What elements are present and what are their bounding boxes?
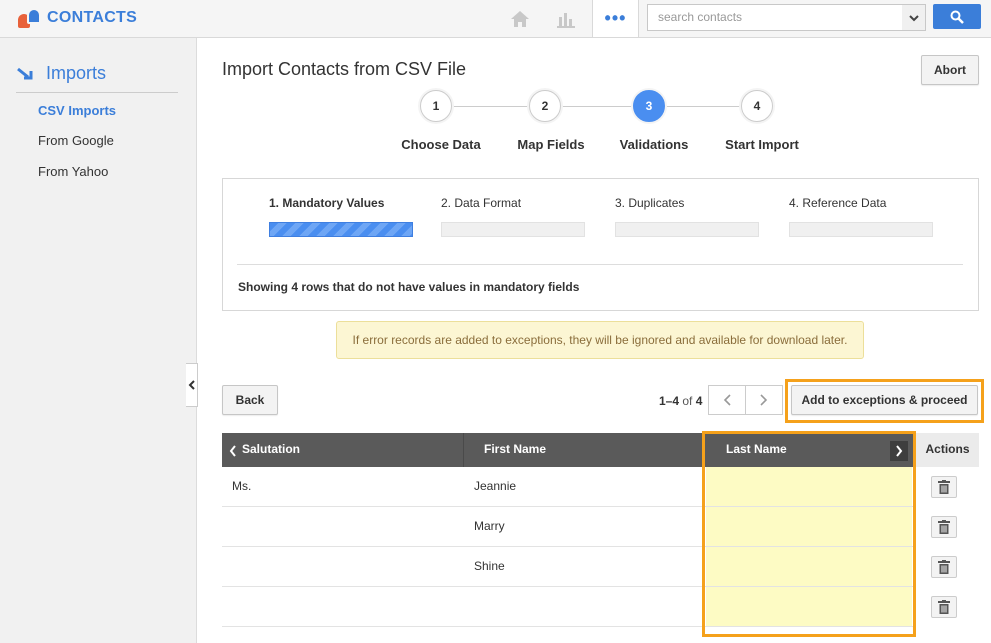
first-name-cell: Jeannie (474, 479, 517, 493)
step-3-label: Validations (619, 137, 689, 152)
home-icon[interactable] (505, 0, 535, 37)
validation-divider (237, 264, 963, 265)
first-name-cell: Marry (474, 519, 505, 533)
sidebar-title-label: Imports (46, 63, 107, 83)
column-divider (463, 433, 464, 467)
column-header-actions: Actions (914, 433, 979, 467)
chevron-right-icon (760, 394, 768, 406)
scroll-columns-left-button[interactable] (224, 441, 242, 461)
progress-bar-mandatory (269, 222, 413, 237)
back-button[interactable]: Back (222, 385, 278, 415)
search-button[interactable] (933, 4, 981, 29)
delete-row-button[interactable] (931, 516, 957, 538)
chevron-left-icon (229, 445, 236, 457)
search-input[interactable]: search contacts (647, 4, 903, 31)
column-header-salutation: Salutation (242, 442, 301, 456)
import-arrow-icon (17, 67, 33, 79)
salutation-cell: Ms. (232, 479, 252, 493)
previous-page-button[interactable] (708, 385, 746, 415)
trash-icon (938, 520, 950, 534)
step-connector (452, 106, 528, 107)
sidebar-item-from-yahoo[interactable]: From Yahoo (38, 164, 108, 179)
more-menu-button[interactable]: ••• (592, 0, 639, 37)
step-connector (665, 106, 741, 107)
app-logo[interactable]: CONTACTS (18, 6, 137, 30)
pagination-info: 1–4 of 4 (659, 394, 702, 408)
delete-row-button[interactable] (931, 476, 957, 498)
validation-message: Showing 4 rows that do not have values i… (238, 280, 580, 294)
app-title: CONTACTS (47, 9, 138, 26)
reports-chart-icon[interactable] (550, 0, 582, 37)
sidebar-divider (16, 92, 178, 93)
contacts-logo-icon (18, 8, 42, 28)
trash-icon (938, 560, 950, 574)
chevron-left-icon (188, 380, 195, 390)
trash-icon (938, 600, 950, 614)
column-header-first-name: First Name (484, 442, 547, 456)
exceptions-notice: If error records are added to exceptions… (336, 321, 864, 359)
validation-tab-mandatory[interactable]: 1. Mandatory Values (269, 196, 384, 210)
pagination-of: of (682, 394, 693, 408)
progress-bar-reference-data (789, 222, 933, 237)
trash-icon (938, 480, 950, 494)
highlight-box-last-name-column (702, 431, 916, 637)
next-page-button[interactable] (745, 385, 783, 415)
delete-row-button[interactable] (931, 596, 957, 618)
validation-panel: 1. Mandatory Values 2. Data Format 3. Du… (222, 178, 979, 311)
search-dropdown-button[interactable] (902, 4, 926, 31)
pagination-total: 4 (695, 394, 703, 408)
pagination-range: 1–4 (659, 394, 680, 408)
validation-tab-duplicates[interactable]: 3. Duplicates (615, 196, 684, 210)
highlight-box-proceed (785, 379, 984, 423)
validation-tab-reference-data[interactable]: 4. Reference Data (789, 196, 886, 210)
step-1-circle: 1 (420, 90, 452, 122)
step-3-circle: 3 (633, 90, 665, 122)
sidebar-collapse-toggle[interactable] (186, 363, 198, 407)
page-title: Import Contacts from CSV File (222, 59, 467, 79)
search-icon (950, 10, 964, 24)
sidebar-item-csv-imports[interactable]: CSV Imports (38, 103, 116, 118)
sidebar-item-from-google[interactable]: From Google (38, 133, 114, 148)
step-4-circle: 4 (741, 90, 773, 122)
progress-bar-data-format (441, 222, 585, 237)
first-name-cell: Shine (474, 559, 505, 573)
delete-row-button[interactable] (931, 556, 957, 578)
sidebar: Imports CSV Imports From Google From Yah… (0, 38, 197, 643)
step-2-circle: 2 (529, 90, 561, 122)
validation-tab-data-format[interactable]: 2. Data Format (441, 196, 521, 210)
progress-bar-duplicates (615, 222, 759, 237)
sidebar-title: Imports (16, 63, 106, 84)
abort-button[interactable]: Abort (921, 55, 979, 85)
top-bar: CONTACTS ••• search contacts (0, 0, 991, 38)
step-2-label: Map Fields (517, 137, 585, 152)
step-connector (561, 106, 633, 107)
chevron-left-icon (723, 394, 731, 406)
step-1-label: Choose Data (401, 137, 481, 152)
step-4-label: Start Import (725, 137, 799, 152)
chevron-down-icon (908, 14, 919, 21)
